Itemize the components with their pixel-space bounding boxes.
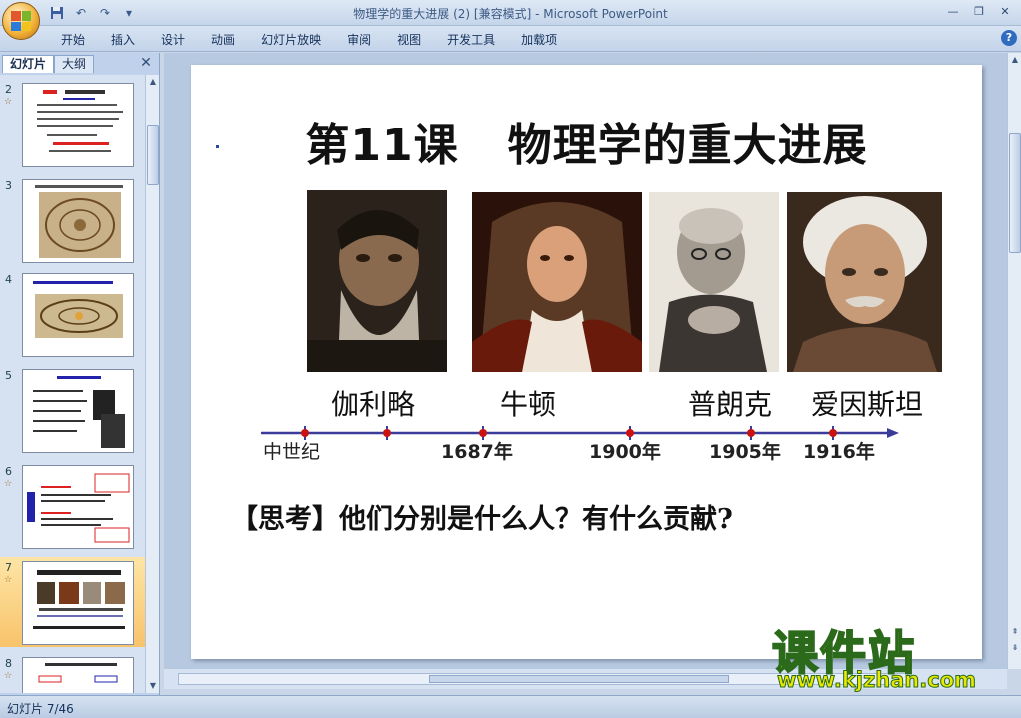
slide-number: 8 bbox=[5, 657, 12, 670]
slides-pane-scrollbar[interactable]: ▲ ▼ bbox=[145, 75, 159, 693]
tab-slideshow[interactable]: 幻灯片放映 bbox=[248, 31, 334, 49]
watermark-url: www.kjzhan.com bbox=[776, 668, 977, 693]
slides-pane: 幻灯片 大纲 ✕ 2 ☆ 3 4 5 6 ☆ 7 ☆ 8 ☆ ▲ ▼ bbox=[0, 53, 160, 695]
next-slide-icon[interactable]: ⇟ bbox=[1009, 641, 1021, 655]
previous-slide-icon[interactable]: ⇞ bbox=[1009, 625, 1021, 639]
slide-thumbnail[interactable] bbox=[22, 273, 134, 357]
slide-thumbnail[interactable] bbox=[22, 179, 134, 263]
scroll-up-icon[interactable]: ▲ bbox=[147, 75, 159, 89]
scientist-name-einstein: 爱因斯坦 bbox=[811, 388, 924, 421]
timeline-arrow-icon bbox=[887, 428, 899, 438]
minimize-icon[interactable]: — bbox=[941, 2, 965, 20]
timeline-label: 1687年 bbox=[441, 441, 513, 463]
slide-canvas[interactable]: 第11课 物理学的重大进展 伽利略 牛顿 普朗克 爱因斯坦 中世纪 1687年 … bbox=[191, 65, 982, 659]
animation-star-icon: ☆ bbox=[4, 671, 13, 681]
timeline-tick bbox=[383, 426, 391, 440]
scrollbar-thumb[interactable] bbox=[1009, 133, 1021, 253]
tab-home[interactable]: 开始 bbox=[48, 31, 98, 49]
timeline-label: 中世纪 bbox=[263, 441, 321, 463]
scientist-name-newton: 牛顿 bbox=[500, 388, 557, 421]
tab-insert[interactable]: 插入 bbox=[98, 31, 148, 49]
office-button[interactable] bbox=[2, 2, 40, 40]
pane-close-icon[interactable]: ✕ bbox=[138, 55, 154, 71]
timeline-label: 1900年 bbox=[589, 441, 661, 463]
office-logo-icon bbox=[11, 11, 31, 31]
slide-thumbnail[interactable] bbox=[22, 561, 134, 645]
slide-counter: 幻灯片 7/46 bbox=[7, 702, 74, 716]
scientist-name-galileo: 伽利略 bbox=[331, 388, 416, 421]
slide-thumbnail-row-selected[interactable]: 7 ☆ bbox=[0, 557, 145, 647]
animation-star-icon: ☆ bbox=[4, 479, 13, 489]
slide-thumbnail[interactable] bbox=[22, 369, 134, 453]
slide-thumbnail[interactable] bbox=[22, 465, 134, 549]
title-bar: ↶ ↷ ▾ 物理学的重大进展 (2) [兼容模式] - Microsoft Po… bbox=[0, 0, 1021, 26]
slide-thumbnail-row[interactable]: 2 ☆ bbox=[0, 79, 145, 169]
close-icon[interactable]: ✕ bbox=[993, 2, 1017, 20]
animation-star-icon: ☆ bbox=[4, 575, 13, 585]
timeline-label: 1916年 bbox=[803, 441, 875, 463]
window-title: 物理学的重大进展 (2) [兼容模式] - Microsoft PowerPoi… bbox=[353, 7, 668, 21]
tab-outline[interactable]: 大纲 bbox=[54, 55, 95, 73]
slide-scrollbar[interactable]: ▲ ⇞ ⇟ bbox=[1007, 53, 1021, 669]
slide-title[interactable]: 第11课 物理学的重大进展 bbox=[191, 109, 982, 173]
scroll-down-icon[interactable]: ▼ bbox=[147, 679, 159, 693]
tab-review[interactable]: 审阅 bbox=[334, 31, 384, 49]
slide-thumbnail-row[interactable]: 8 ☆ bbox=[0, 653, 145, 693]
help-icon[interactable]: ? bbox=[1001, 30, 1017, 46]
portrait-planck[interactable] bbox=[649, 192, 779, 372]
slide-number: 2 bbox=[5, 83, 12, 96]
portrait-newton[interactable] bbox=[472, 192, 642, 372]
ribbon: 开始 插入 设计 动画 幻灯片放映 审阅 视图 开发工具 加载项 ? bbox=[0, 26, 1021, 52]
slide-thumbnail[interactable] bbox=[22, 83, 134, 167]
status-bar: 幻灯片 7/46 bbox=[0, 695, 1021, 718]
tab-addins[interactable]: 加载项 bbox=[508, 31, 570, 49]
slide-number: 5 bbox=[5, 369, 12, 382]
slide-editing-area: 第11课 物理学的重大进展 伽利略 牛顿 普朗克 爱因斯坦 中世纪 1687年 … bbox=[164, 53, 1007, 669]
tab-view[interactable]: 视图 bbox=[384, 31, 434, 49]
slide-number: 6 bbox=[5, 465, 12, 478]
think-question[interactable]: 【思考】他们分别是什么人？有什么贡献? bbox=[231, 497, 733, 536]
slide-number: 3 bbox=[5, 179, 12, 192]
tab-developer[interactable]: 开发工具 bbox=[434, 31, 508, 49]
slide-thumbnail-row[interactable]: 4 bbox=[0, 269, 145, 359]
slide-thumbnail[interactable] bbox=[22, 657, 134, 693]
slide-thumbnail-row[interactable]: 6 ☆ bbox=[0, 461, 145, 551]
portrait-einstein[interactable] bbox=[787, 192, 942, 372]
slide-thumbnail-row[interactable]: 5 bbox=[0, 365, 145, 455]
scientist-name-planck: 普朗克 bbox=[688, 388, 773, 421]
slide-thumbnails: 2 ☆ 3 4 5 6 ☆ 7 ☆ 8 ☆ bbox=[0, 75, 145, 693]
portrait-galileo[interactable] bbox=[307, 190, 447, 372]
slide-thumbnail-row[interactable]: 3 bbox=[0, 175, 145, 265]
animation-star-icon: ☆ bbox=[4, 97, 13, 107]
scrollbar-thumb[interactable] bbox=[147, 125, 159, 185]
scrollbar-thumb[interactable] bbox=[429, 675, 729, 683]
tab-design[interactable]: 设计 bbox=[148, 31, 198, 49]
scroll-up-icon[interactable]: ▲ bbox=[1009, 53, 1021, 67]
restore-icon[interactable]: ❐ bbox=[967, 2, 991, 20]
slide-number: 7 bbox=[5, 561, 12, 574]
timeline-label: 1905年 bbox=[709, 441, 781, 463]
timeline: 中世纪 1687年 1900年 1905年 1916年 bbox=[259, 423, 899, 473]
ribbon-tabs: 开始 插入 设计 动画 幻灯片放映 审阅 视图 开发工具 加载项 bbox=[48, 31, 570, 49]
tab-animations[interactable]: 动画 bbox=[198, 31, 248, 49]
tab-slides[interactable]: 幻灯片 bbox=[2, 55, 55, 73]
window-controls: — ❐ ✕ bbox=[941, 2, 1017, 20]
pane-tabs: 幻灯片 大纲 bbox=[2, 55, 95, 73]
slide-number: 4 bbox=[5, 273, 12, 286]
